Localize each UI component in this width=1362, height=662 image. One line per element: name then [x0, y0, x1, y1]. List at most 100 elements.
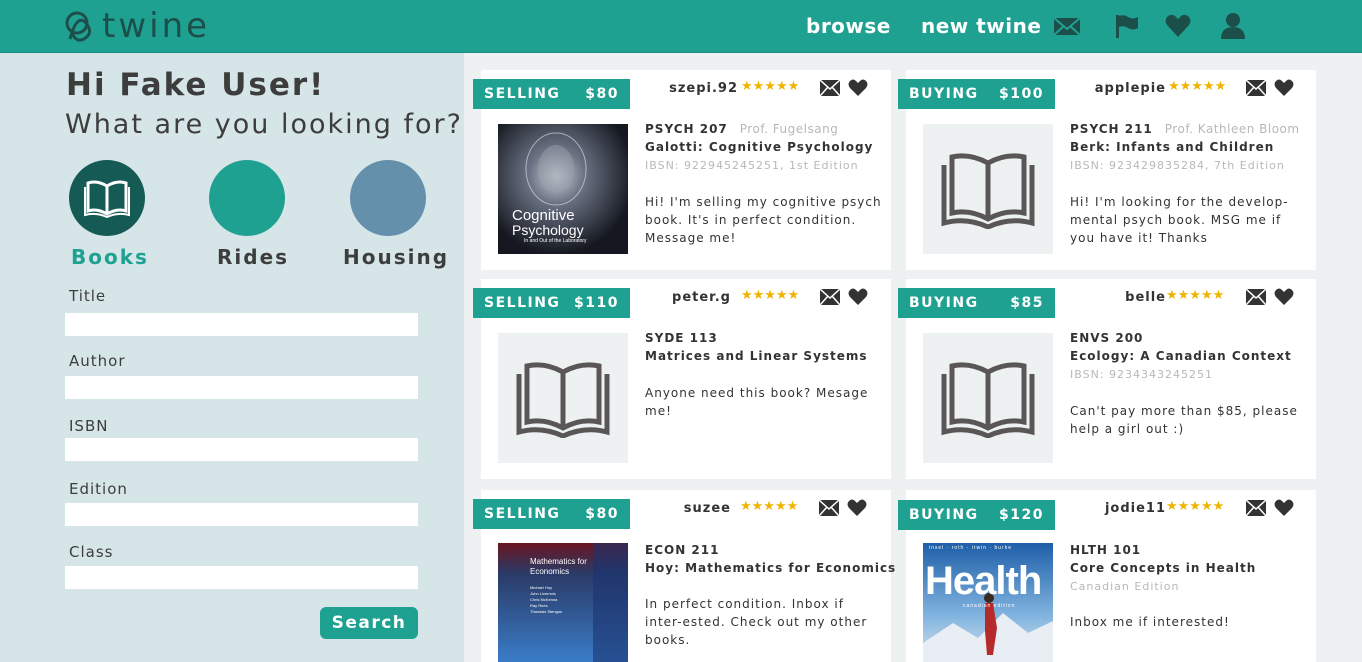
listing-course: ENVS 200: [1070, 331, 1143, 345]
listing-card[interactable]: SELLING $80 szepi.92 ★★★★★ Cognitive Psy…: [473, 70, 891, 270]
title-field[interactable]: [65, 313, 418, 336]
book-placeholder-image[interactable]: [498, 333, 628, 463]
message-icon[interactable]: [819, 500, 839, 516]
listing-price: $110: [574, 295, 619, 311]
rating-stars: ★★★★★: [741, 79, 800, 94]
open-book-icon: [84, 180, 130, 218]
message-icon[interactable]: [820, 80, 840, 96]
book-cover-image[interactable]: insel · roth · irwin · burke Health cana…: [923, 543, 1053, 662]
book-edition: Canadian Edition: [1070, 580, 1180, 593]
isbn-field-label: ISBN: [69, 417, 109, 435]
cover-title: Health: [925, 559, 1042, 603]
category-rides-button[interactable]: [209, 160, 285, 236]
book-placeholder-image[interactable]: [923, 124, 1053, 254]
book-isbn: IBSN: 9234343245251: [1070, 368, 1213, 381]
edition-field[interactable]: [65, 503, 418, 526]
listing-username[interactable]: szepi.92: [669, 81, 738, 96]
favorite-heart-icon[interactable]: [1274, 79, 1294, 97]
cover-authors: insel · roth · irwin · burke: [929, 545, 1013, 551]
listing-type: BUYING: [909, 507, 979, 523]
cover-title: Mathematics for Economics: [530, 557, 587, 576]
category-books-button[interactable]: [69, 160, 145, 236]
listing-type: BUYING: [909, 86, 979, 102]
top-nav-bar: twine browse new twine: [0, 0, 1362, 53]
book-cover-image[interactable]: Cognitive Psychology In and Out of the L…: [498, 124, 628, 254]
listing-course: HLTH 101: [1070, 543, 1141, 557]
listing-description: In perfect condition. Inbox if inter-est…: [645, 597, 868, 647]
listing-description: Hi! I'm selling my cognitive psych book.…: [645, 195, 882, 245]
course-code: ECON 211: [645, 543, 720, 557]
listing-tag: SELLING $80: [473, 499, 630, 529]
listing-course: PSYCH 207 Prof. Fugelsang: [645, 122, 838, 136]
listing-card[interactable]: BUYING $120 jodie11 ★★★★★ insel · roth ·…: [898, 490, 1316, 662]
category-books-label[interactable]: Books: [71, 245, 149, 269]
listing-tag: BUYING $120: [898, 500, 1055, 530]
book-placeholder-icon: [516, 362, 610, 438]
listing-description: Inbox me if interested!: [1070, 615, 1230, 629]
listing-price: $120: [999, 507, 1044, 523]
listing-description: Can't pay more than $85, please help a g…: [1070, 404, 1298, 436]
listing-course: ECON 211: [645, 543, 719, 557]
book-isbn: IBSN: 922945245251, 1st Edition: [645, 159, 859, 172]
rating-stars: ★★★★★: [740, 499, 799, 514]
listing-price: $80: [585, 86, 619, 102]
message-icon[interactable]: [1246, 80, 1266, 96]
twine-logo-icon: [64, 9, 98, 43]
listing-type: SELLING: [484, 86, 561, 102]
listing-tag: BUYING $100: [898, 79, 1055, 109]
rating-stars: ★★★★★: [741, 288, 800, 303]
book-title: Galotti: Cognitive Psychology: [645, 140, 874, 154]
course-professor: Prof. Kathleen Bloom: [1164, 122, 1300, 136]
message-icon[interactable]: [1246, 289, 1266, 305]
greeting-heading: Hi Fake User!: [66, 67, 326, 103]
message-icon[interactable]: [820, 289, 840, 305]
listing-username[interactable]: jodie11: [1105, 501, 1166, 516]
book-cover-image[interactable]: Mathematics for Economics Michael Hoy Jo…: [498, 543, 628, 662]
book-isbn: IBSN: 923429835284, 7th Edition: [1070, 159, 1285, 172]
favorite-heart-icon[interactable]: [1274, 288, 1294, 306]
listing-card[interactable]: SELLING $110 peter.g ★★★★★ SYDE 113 Matr…: [473, 279, 891, 479]
listing-card[interactable]: SELLING $80 suzee ★★★★★ Mathematics for …: [473, 490, 895, 662]
listing-tag: BUYING $85: [898, 288, 1055, 318]
nav-browse-link[interactable]: browse: [806, 14, 891, 38]
nav-new-twine-link[interactable]: new twine: [921, 14, 1041, 38]
search-button[interactable]: Search: [320, 607, 418, 639]
favorite-heart-icon[interactable]: [847, 499, 867, 517]
category-housing-label[interactable]: Housing: [343, 245, 449, 269]
author-field-label: Author: [69, 352, 126, 370]
flag-icon[interactable]: [1114, 12, 1144, 42]
book-title: Berk: Infants and Children: [1070, 140, 1275, 154]
author-field[interactable]: [65, 376, 418, 399]
message-icon[interactable]: [1246, 500, 1266, 516]
twine-logo[interactable]: twine: [64, 6, 210, 46]
isbn-field[interactable]: [65, 438, 418, 461]
search-prompt: What are you looking for?: [65, 109, 463, 140]
rating-stars: ★★★★★: [1166, 288, 1225, 303]
listing-card[interactable]: BUYING $85 belle ★★★★★ ENVS 200 Ecology:…: [898, 279, 1316, 479]
listing-description: Hi! I'm looking for the develop-mental p…: [1070, 195, 1289, 245]
listing-price: $85: [1010, 295, 1044, 311]
favorite-heart-icon[interactable]: [848, 288, 868, 306]
course-code: HLTH 101: [1070, 543, 1142, 557]
listing-username[interactable]: belle: [1125, 290, 1166, 305]
cover-subtitle: In and Out of the Laboratory: [524, 238, 587, 244]
rating-stars: ★★★★★: [1168, 79, 1227, 94]
course-code: ENVS 200: [1070, 331, 1144, 345]
listing-username[interactable]: applepie: [1095, 81, 1166, 96]
user-icon[interactable]: [1219, 12, 1249, 42]
cover-title-line1: Cognitive: [512, 207, 575, 224]
listing-card[interactable]: BUYING $100 applepie ★★★★★ PSYCH 211 Prof…: [898, 70, 1316, 270]
book-title: Hoy: Mathematics for Economics: [645, 561, 897, 575]
book-placeholder-image[interactable]: [923, 333, 1053, 463]
class-field[interactable]: [65, 566, 418, 589]
listing-username[interactable]: peter.g: [672, 290, 731, 305]
favorite-heart-icon[interactable]: [1274, 499, 1294, 517]
category-rides-label[interactable]: Rides: [217, 245, 289, 269]
category-housing-button[interactable]: [350, 160, 426, 236]
listing-tag: SELLING $110: [473, 288, 630, 318]
heart-icon[interactable]: [1164, 12, 1194, 42]
cover-title-line2: Psychology: [512, 222, 584, 238]
favorite-heart-icon[interactable]: [848, 79, 868, 97]
mail-icon[interactable]: [1053, 12, 1083, 42]
listing-username[interactable]: suzee: [684, 501, 731, 516]
